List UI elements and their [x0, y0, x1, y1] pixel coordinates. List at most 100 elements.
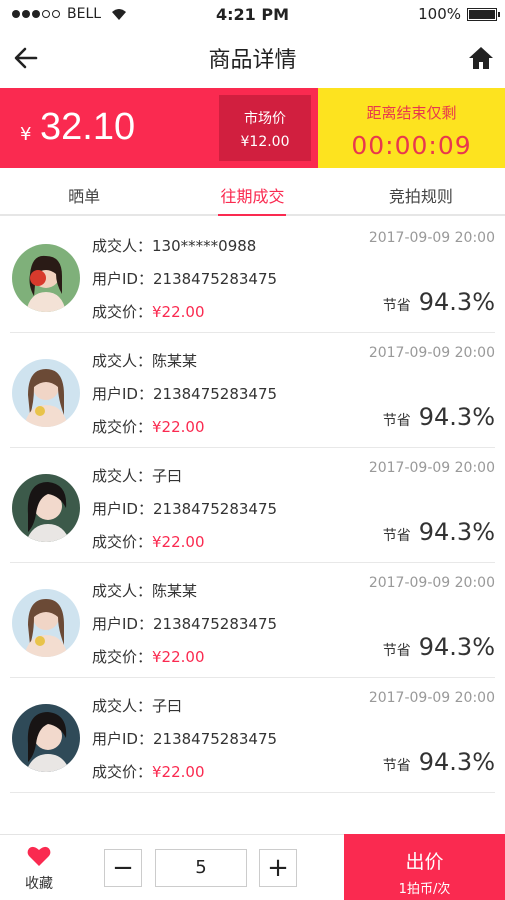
uid-line: 用户ID：2138475283475 [92, 269, 277, 302]
battery-percent: 100% [418, 5, 461, 23]
tab-bar: 晒单 往期成交 竞拍规则 [0, 168, 505, 216]
nav-bar: 商品详情 [0, 28, 505, 88]
bid-cost: 1拍币/次 [398, 882, 451, 897]
deal-time: 2017-09-09 20:00 [368, 460, 495, 476]
tab-past-deals[interactable]: 往期成交 [168, 168, 336, 216]
deal-details: 成交人：陈某某 用户ID：2138475283475 成交价：¥22.00 [92, 351, 277, 450]
deal-price-label: 成交价： [92, 648, 153, 666]
buyer-line: 成交人：陈某某 [92, 351, 277, 384]
savings: 节省 94.3% [383, 518, 495, 546]
user-id: 2138475283475 [152, 730, 278, 748]
uid-line: 用户ID：2138475283475 [92, 384, 277, 417]
savings-value: 94.3% [418, 518, 495, 546]
status-bar: BELL 4:21 PM 100% [0, 0, 505, 28]
buyer-name: 陈某某 [152, 352, 198, 370]
buyer-line: 成交人：130*****0988 [92, 236, 277, 269]
deal-price: ¥22.00 [152, 418, 205, 436]
deal-time: 2017-09-09 20:00 [368, 575, 495, 591]
bid-button[interactable]: 出价 1拍币/次 [344, 834, 505, 900]
battery-icon [467, 7, 500, 21]
uid-line: 用户ID：2138475283475 [92, 614, 277, 647]
buyer-name: 子曰 [152, 697, 183, 715]
home-icon [469, 47, 493, 69]
deal-details: 成交人：子曰 用户ID：2138475283475 成交价：¥22.00 [92, 696, 277, 795]
buyer-line: 成交人：子曰 [92, 696, 277, 729]
market-price-box: 市场价 ¥12.00 [219, 95, 311, 161]
buyer-label: 成交人： [92, 352, 153, 370]
quantity-input[interactable]: 5 [155, 849, 247, 887]
buyer-label: 成交人： [92, 697, 153, 715]
price-bar: ¥ 32.10 市场价 ¥12.00 距离结束仅剩 00:00:09 [0, 88, 505, 168]
uid-line: 用户ID：2138475283475 [92, 729, 277, 762]
savings: 节省 94.3% [383, 288, 495, 316]
user-id: 2138475283475 [152, 615, 278, 633]
user-id: 2138475283475 [152, 385, 278, 403]
uid-label: 用户ID： [92, 270, 153, 288]
countdown-timer: 00:00:09 [351, 131, 472, 160]
deal-price-line: 成交价：¥22.00 [92, 762, 277, 795]
bid-label: 出价 [405, 851, 444, 873]
bottom-bar: 收藏 − 5 + 出价 1拍币/次 [0, 834, 505, 900]
buyer-name: 130*****0988 [152, 237, 257, 255]
avatar-image [12, 589, 80, 657]
favorite-button[interactable]: 收藏 [18, 845, 60, 893]
savings-value: 94.3% [418, 288, 495, 316]
avatar [12, 704, 80, 772]
current-price-panel: ¥ 32.10 市场价 ¥12.00 [0, 88, 318, 168]
savings-label: 节省 [382, 643, 411, 659]
list-item[interactable]: 成交人：子曰 用户ID：2138475283475 成交价：¥22.00 201… [10, 448, 495, 563]
user-id: 2138475283475 [152, 270, 278, 288]
savings-label: 节省 [382, 528, 411, 544]
deal-details: 成交人：陈某某 用户ID：2138475283475 成交价：¥22.00 [92, 581, 277, 680]
countdown-label: 距离结束仅剩 [366, 104, 457, 122]
deal-price-line: 成交价：¥22.00 [92, 532, 277, 565]
deal-price-label: 成交价： [92, 533, 153, 551]
buyer-name: 子曰 [152, 467, 183, 485]
savings-label: 节省 [382, 758, 411, 774]
uid-label: 用户ID： [92, 500, 153, 518]
battery-fill [469, 9, 495, 19]
buyer-label: 成交人： [92, 582, 153, 600]
uid-label: 用户ID： [92, 385, 153, 403]
list-item[interactable]: 成交人：陈某某 用户ID：2138475283475 成交价：¥22.00 20… [10, 563, 495, 678]
deal-price-line: 成交价：¥22.00 [92, 417, 277, 450]
battery-indicator: 100% [418, 5, 500, 23]
deal-details: 成交人：130*****0988 用户ID：2138475283475 成交价：… [92, 236, 277, 335]
deal-time: 2017-09-09 20:00 [368, 345, 495, 361]
list-item[interactable]: 成交人：130*****0988 用户ID：2138475283475 成交价：… [10, 218, 495, 333]
favorite-label: 收藏 [25, 876, 53, 892]
savings-value: 94.3% [418, 748, 495, 776]
deal-price-label: 成交价： [92, 418, 153, 436]
avatar-image [12, 704, 80, 772]
buyer-label: 成交人： [92, 237, 153, 255]
uid-label: 用户ID： [92, 730, 153, 748]
savings: 节省 94.3% [383, 748, 495, 776]
list-item[interactable]: 成交人：陈某某 用户ID：2138475283475 成交价：¥22.00 20… [10, 333, 495, 448]
increase-quantity-button[interactable]: + [259, 849, 297, 887]
home-button[interactable] [467, 44, 495, 72]
deal-price: ¥22.00 [152, 533, 205, 551]
user-id: 2138475283475 [152, 500, 278, 518]
current-price: 32.10 [40, 106, 136, 148]
market-price: ¥12.00 [240, 134, 290, 150]
heart-icon [27, 846, 51, 866]
list-item[interactable]: 成交人：子曰 用户ID：2138475283475 成交价：¥22.00 201… [10, 678, 495, 793]
savings-value: 94.3% [418, 633, 495, 661]
avatar-image [12, 359, 80, 427]
buyer-line: 成交人：陈某某 [92, 581, 277, 614]
deal-price: ¥22.00 [152, 303, 205, 321]
countdown-panel: 距离结束仅剩 00:00:09 [318, 88, 505, 168]
deal-price-label: 成交价： [92, 303, 153, 321]
tab-show-orders[interactable]: 晒单 [0, 168, 168, 214]
deal-price-label: 成交价： [92, 763, 153, 781]
deal-details: 成交人：子曰 用户ID：2138475283475 成交价：¥22.00 [92, 466, 277, 565]
deal-list: 成交人：130*****0988 用户ID：2138475283475 成交价：… [0, 218, 505, 793]
deal-price-line: 成交价：¥22.00 [92, 302, 277, 335]
deal-price-line: 成交价：¥22.00 [92, 647, 277, 680]
deal-time: 2017-09-09 20:00 [368, 230, 495, 246]
deal-price: ¥22.00 [152, 763, 205, 781]
buyer-name: 陈某某 [152, 582, 198, 600]
decrease-quantity-button[interactable]: − [104, 849, 142, 887]
tab-auction-rules[interactable]: 竞拍规则 [337, 168, 505, 214]
buyer-label: 成交人： [92, 467, 153, 485]
